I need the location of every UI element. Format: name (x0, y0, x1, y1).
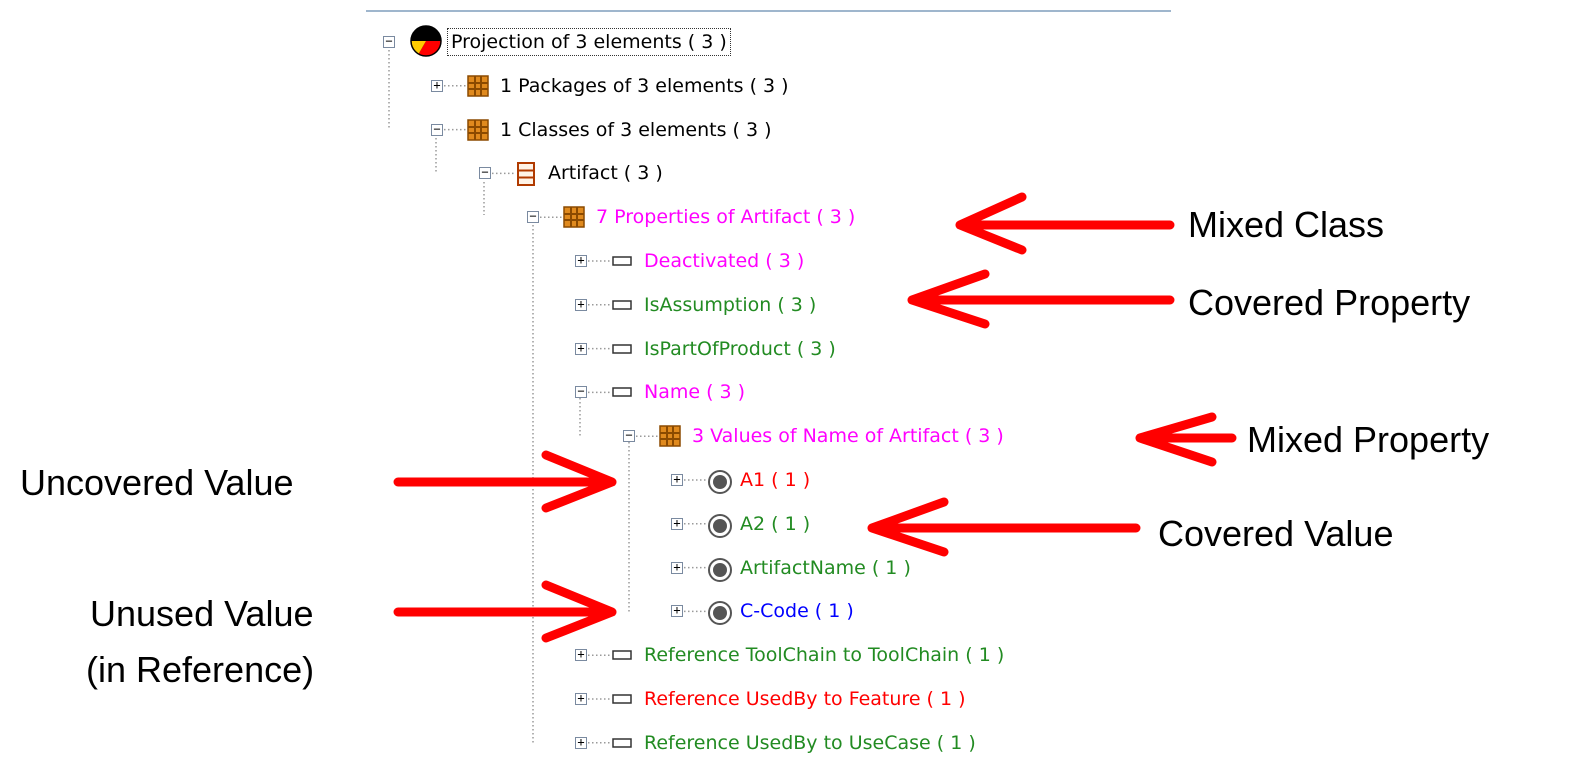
collapse-toggle[interactable]: − (575, 385, 587, 399)
collapse-toggle[interactable]: − (623, 429, 635, 443)
expand-toggle[interactable]: + (575, 736, 587, 749)
property-icon (611, 732, 633, 754)
annotation-unused-value: Unused Value (90, 593, 314, 634)
property-icon (611, 381, 633, 403)
tree-row-label[interactable]: Reference UsedBy to Feature ( 1 ) (641, 686, 969, 712)
annotation-covered-value: Covered Value (1158, 513, 1394, 554)
tree-row-label[interactable]: IsAssumption ( 3 ) (641, 292, 819, 318)
tree-row[interactable]: − 1 Classes of 3 elements ( 3 ) (0, 110, 1594, 150)
tree-row-label[interactable]: ArtifactName ( 1 ) (737, 555, 914, 581)
grid-group-icon (467, 75, 489, 97)
tree-row[interactable]: +1 Packages of 3 elements ( 3 ) (0, 66, 1594, 106)
expand-toggle[interactable]: + (575, 342, 587, 355)
tree-row-label[interactable]: A2 ( 1 ) (737, 511, 813, 537)
tree-row[interactable]: − Name ( 3 ) (0, 372, 1594, 412)
panel-top-border (366, 10, 1171, 12)
expand-toggle[interactable]: + (671, 473, 683, 486)
value-circle-icon (707, 513, 732, 538)
grid-group-icon (467, 118, 489, 141)
tree-row-label[interactable]: IsPartOfProduct ( 3 ) (641, 336, 839, 362)
expand-toggle[interactable]: + (671, 561, 683, 574)
property-icon (611, 250, 633, 272)
tree-row-label[interactable]: 1 Classes of 3 elements ( 3 ) (497, 117, 775, 143)
collapse-toggle[interactable]: − (479, 166, 491, 180)
property-icon (611, 294, 633, 316)
projection-pie-icon (409, 24, 442, 57)
tree-row-label[interactable]: 3 Values of Name of Artifact ( 3 ) (689, 423, 1007, 449)
grid-group-icon (563, 206, 585, 228)
tree-row-label[interactable]: A1 ( 1 ) (737, 467, 813, 493)
expand-toggle[interactable]: + (575, 692, 587, 705)
property-icon (611, 688, 633, 710)
expand-toggle[interactable]: + (575, 254, 587, 267)
annotation-mixed-class: Mixed Class (1188, 204, 1385, 245)
value-circle-icon (707, 600, 732, 626)
property-icon (611, 338, 633, 360)
expand-toggle[interactable]: + (575, 298, 587, 311)
expand-toggle[interactable]: + (671, 517, 683, 530)
tree-row[interactable]: + IsPartOfProduct ( 3 ) (0, 329, 1594, 369)
tree-row-label[interactable]: Projection of 3 elements ( 3 ) (447, 28, 731, 56)
tree-row[interactable]: + Deactivated ( 3 ) (0, 241, 1594, 281)
value-circle-icon (707, 557, 732, 582)
tree-row[interactable]: + Reference UsedBy to UseCase ( 1 ) (0, 723, 1594, 763)
class-icon (515, 162, 537, 187)
tree-row-label[interactable]: Deactivated ( 3 ) (641, 248, 807, 274)
value-circle-icon (707, 469, 732, 494)
annotation-covered-property: Covered Property (1188, 282, 1471, 323)
tree-row-label[interactable]: Reference ToolChain to ToolChain ( 1 ) (641, 642, 1007, 668)
collapse-toggle[interactable]: − (383, 35, 395, 48)
annotation-uncovered-value: Uncovered Value (20, 462, 294, 503)
annotation-mixed-property: Mixed Property (1247, 419, 1490, 460)
tree-row-label[interactable]: Name ( 3 ) (641, 379, 748, 405)
grid-group-icon (659, 425, 681, 447)
collapse-toggle[interactable]: − (431, 123, 443, 136)
property-icon (611, 644, 633, 666)
tree-row-label[interactable]: Artifact ( 3 ) (545, 160, 666, 186)
tree-row-label[interactable]: 7 Properties of Artifact ( 3 ) (593, 204, 858, 230)
expand-toggle[interactable]: + (575, 648, 587, 662)
tree-row-label[interactable]: Reference UsedBy to UseCase ( 1 ) (641, 730, 979, 756)
annotation-unused-value-note: (in Reference) (86, 649, 315, 690)
tree-row-label[interactable]: C-Code ( 1 ) (737, 598, 857, 624)
tree-row-label[interactable]: 1 Packages of 3 elements ( 3 ) (497, 73, 792, 99)
tree-row[interactable]: − Projection of 3 elements ( 3 ) (0, 22, 1594, 62)
expand-toggle[interactable]: + (431, 79, 443, 92)
collapse-toggle[interactable]: − (527, 210, 539, 224)
tree-row[interactable]: − Artifact ( 3 ) (0, 153, 1594, 193)
expand-toggle[interactable]: + (671, 604, 683, 618)
